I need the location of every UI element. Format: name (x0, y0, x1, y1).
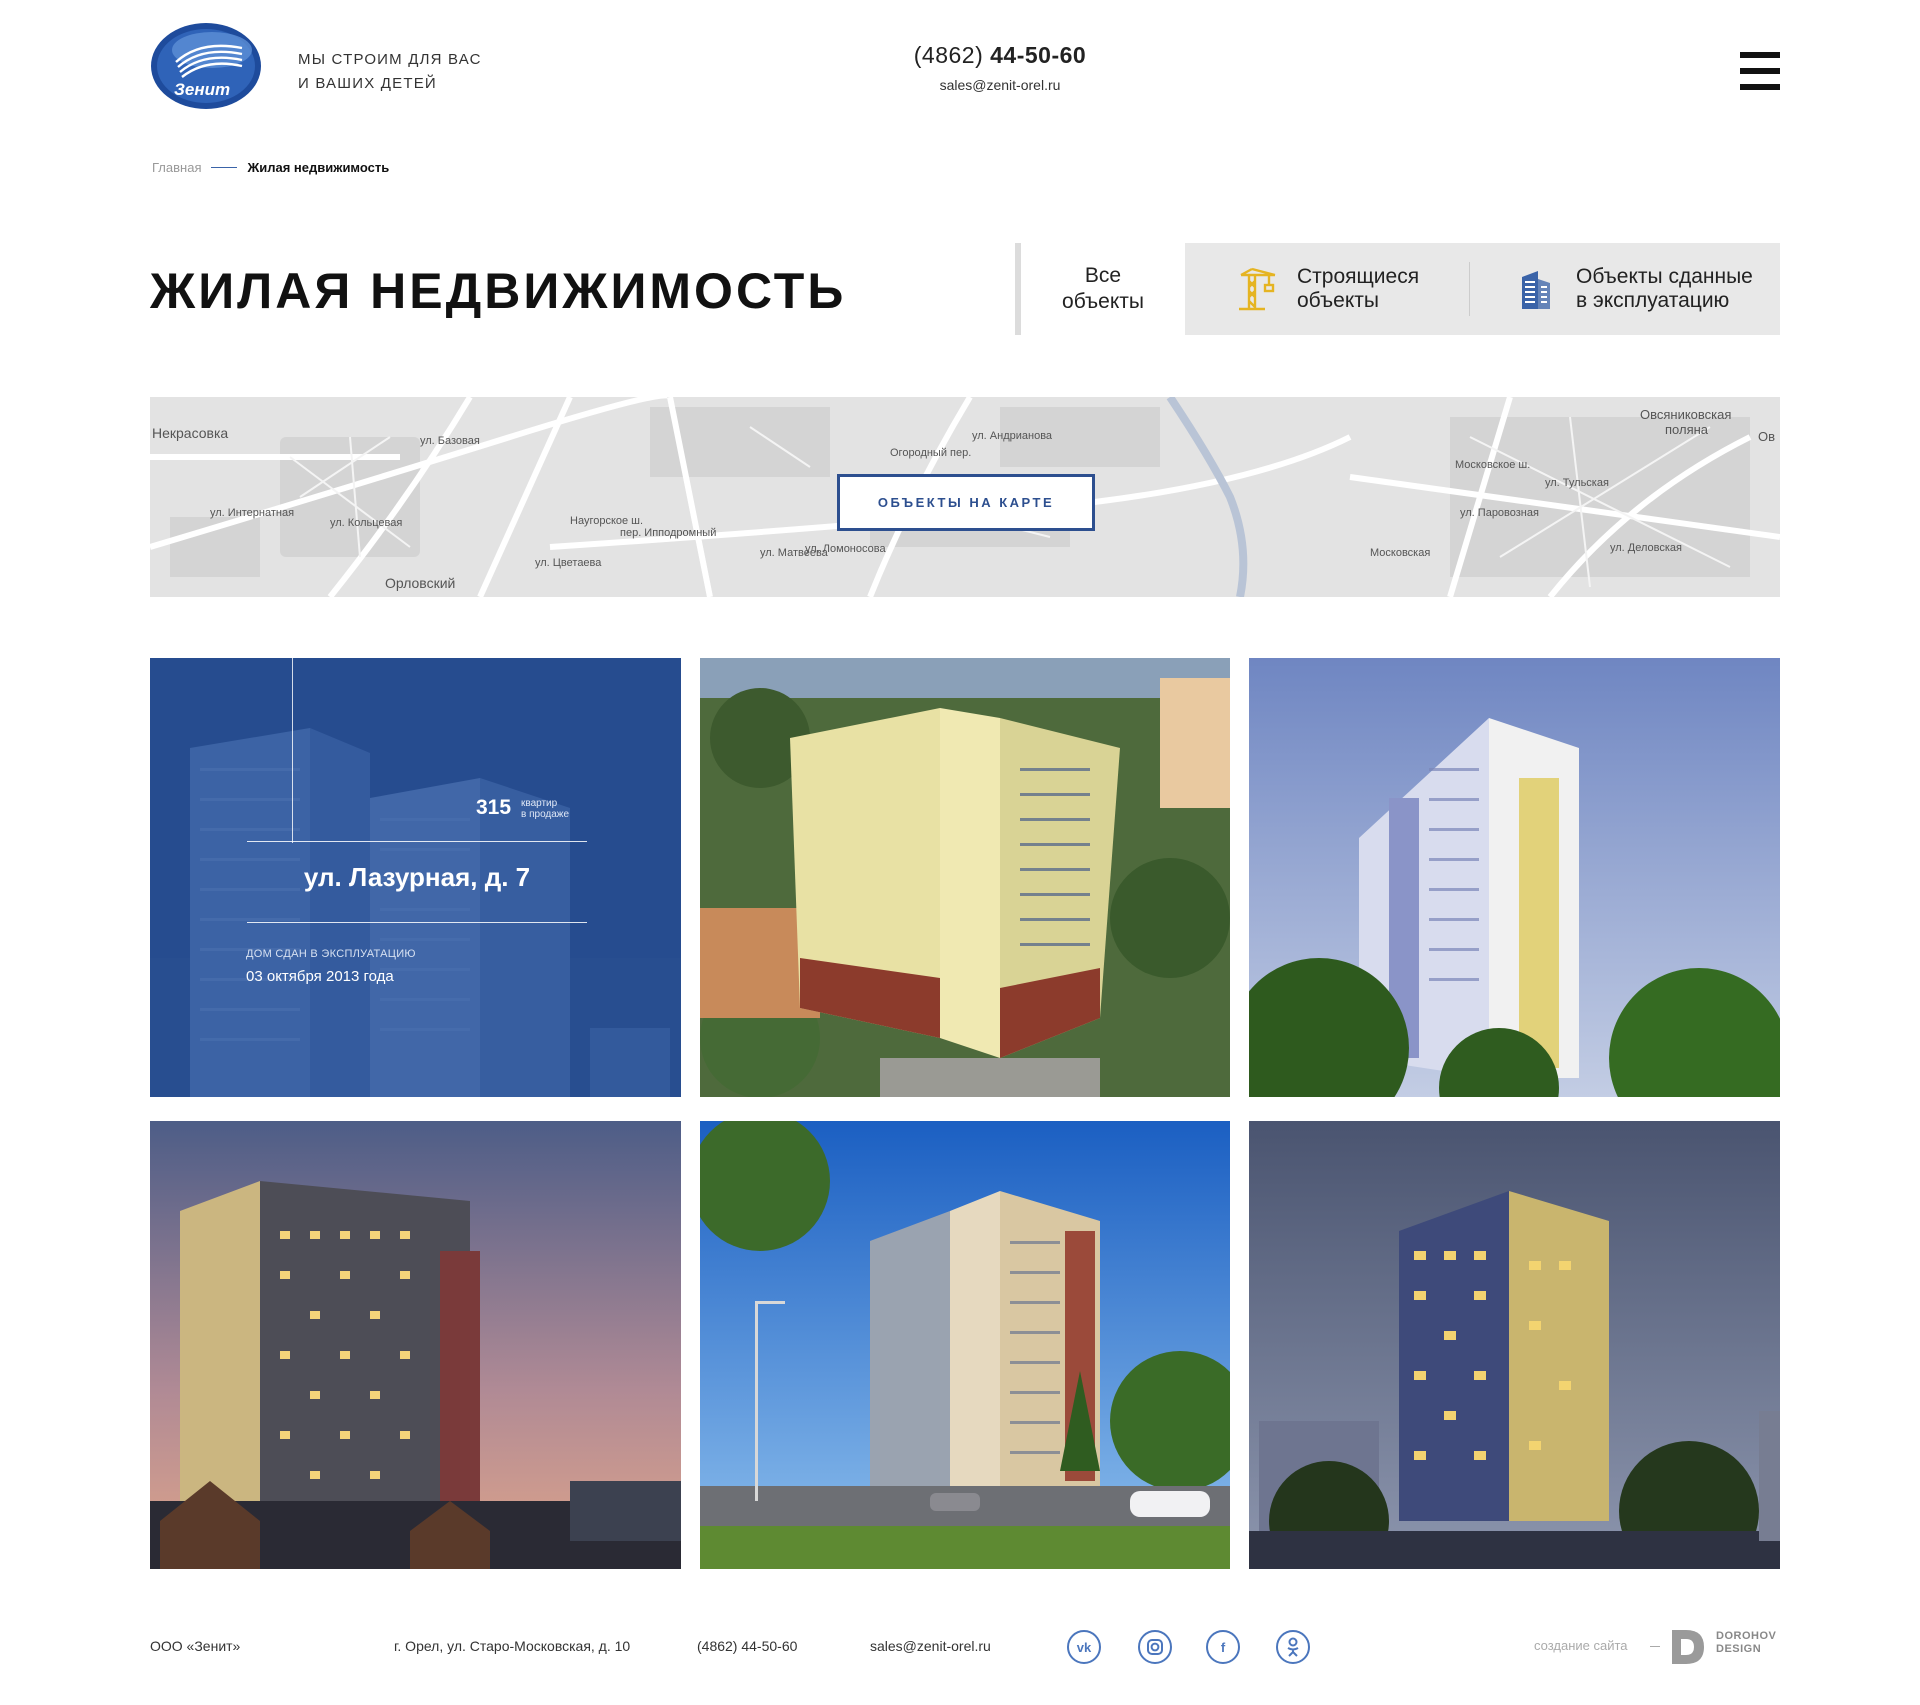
footer-address: г. Орел, ул. Старо-Московская, д. 10 (394, 1638, 631, 1654)
map-label: Наугорское ш. (570, 515, 644, 527)
map-label: Огородный пер. (890, 447, 972, 459)
filter-all-objects[interactable]: Все объекты (1021, 243, 1185, 335)
map-label: ул. Базовая (420, 435, 480, 447)
overlay-vertical-line (292, 658, 293, 843)
header-phone[interactable]: (4862) 44-50-60 (880, 42, 1120, 69)
map-label: ул. Деловская (1610, 542, 1682, 554)
filter-completed[interactable]: Объекты сданные в эксплуатацию (1470, 243, 1753, 335)
map-label: Московская (1370, 547, 1431, 559)
apartments-count-label: квартир в продаже (521, 798, 570, 820)
menu-icon[interactable] (1740, 52, 1780, 90)
property-card[interactable] (700, 1121, 1230, 1569)
tagline: Мы строим для вас и ваших детей (298, 51, 482, 92)
overlay-divider (247, 922, 587, 923)
header-contact: (4862) 44-50-60 sales@zenit-orel.ru (880, 42, 1120, 93)
site-header: Зенит Мы строим для вас и ваших детей (4… (150, 22, 1780, 122)
map-label: Московское ш. (1455, 459, 1531, 471)
odnoklassniki-icon[interactable] (1276, 1630, 1310, 1664)
credit-label: создание сайта (1534, 1638, 1628, 1653)
breadcrumb-current: Жилая недвижимость (247, 160, 390, 175)
svg-text:Зенит: Зенит (174, 80, 230, 99)
footer-phone[interactable]: (4862) 44-50-60 (697, 1638, 797, 1654)
map-label: ул. Паровозная (1460, 507, 1539, 519)
map-label: ул. Тульская (1545, 477, 1609, 489)
breadcrumb-home-link[interactable]: Главная (152, 160, 201, 175)
building-photo (700, 1121, 1230, 1569)
filter-tabs: Строящиеся объекты Объекты сданные в экспл… (1185, 243, 1780, 335)
credit-dash (1650, 1646, 1660, 1647)
property-card[interactable] (1249, 658, 1780, 1097)
property-card-lazurnaya[interactable]: 315 квартир в продаже ул. Лазурная, д. 7 … (150, 658, 681, 1097)
zenit-logo[interactable]: Зенит (150, 22, 263, 110)
page-title: Жилая недвижимость (150, 263, 847, 319)
footer-email[interactable]: sales@zenit-orel.ru (870, 1638, 991, 1654)
property-status: Дом сдан в эксплуатацию (246, 948, 416, 960)
building-photo (150, 1121, 681, 1569)
map-label: поляна (1665, 422, 1709, 437)
map-preview[interactable]: Некрасовка Овсяниковская поляна Орловски… (150, 397, 1780, 597)
map-objects-button[interactable]: Объекты на карте (837, 474, 1095, 531)
building-icon (1522, 271, 1550, 309)
map-label: Ов (1758, 429, 1776, 444)
building-photo (1249, 1121, 1780, 1569)
footer-company: ООО «Зенит» (150, 1638, 241, 1654)
map-label: пер. Ипподромный (620, 527, 717, 539)
map-label: Некрасовка (152, 425, 229, 441)
property-address: ул. Лазурная, д. 7 (303, 862, 531, 892)
crane-icon (1239, 267, 1276, 311)
map-label: ул. Андрианова (972, 430, 1053, 442)
map-label: ул. Интернатная (210, 507, 295, 519)
facebook-icon[interactable]: f (1206, 1630, 1240, 1664)
apartments-count: 315 (476, 796, 512, 819)
breadcrumb: Главная Жилая недвижимость (152, 160, 389, 175)
header-email[interactable]: sales@zenit-orel.ru (880, 77, 1120, 93)
site-footer: ООО «Зенит» г. Орел, ул. Старо-Московска… (150, 1630, 1780, 1680)
map-label: ул. Цветаева (535, 557, 602, 569)
breadcrumb-separator (211, 167, 238, 168)
object-filter: Все объекты Строящиеся объекты Объекты с… (1015, 243, 1780, 335)
property-card[interactable] (1249, 1121, 1780, 1569)
credit-name[interactable]: DOROHOV DESIGN (1716, 1630, 1776, 1656)
property-card[interactable] (150, 1121, 681, 1569)
overlay-divider (247, 841, 587, 842)
map-label: Орловский (385, 575, 456, 591)
map-label: Овсяниковская (1640, 407, 1732, 422)
property-card[interactable] (700, 658, 1230, 1097)
instagram-icon[interactable] (1138, 1630, 1172, 1664)
map-label: ул. Кольцевая (330, 517, 403, 529)
property-date: 03 октября 2013 года (246, 968, 394, 985)
building-photo (1249, 658, 1780, 1097)
building-photo (700, 658, 1230, 1097)
map-label: ул. Матвеева (760, 547, 828, 559)
filter-under-construction[interactable]: Строящиеся объекты (1185, 243, 1469, 335)
vk-icon[interactable]: vk (1067, 1630, 1101, 1664)
dorohov-design-logo[interactable] (1670, 1628, 1706, 1666)
